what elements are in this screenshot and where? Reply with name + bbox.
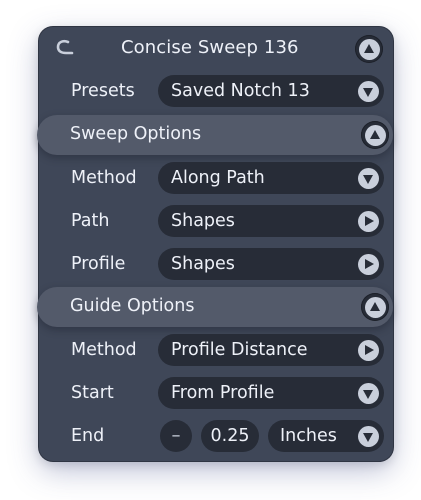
start-value: From Profile	[171, 383, 275, 403]
path-value: Shapes	[171, 211, 235, 231]
chevron-right-icon	[364, 216, 374, 226]
chevron-down-icon	[363, 432, 373, 442]
end-value-field[interactable]: 0.25	[201, 420, 259, 452]
window-title: Concise Sweep 136	[121, 37, 299, 58]
end-label: End	[71, 426, 105, 446]
presets-dropdown-button[interactable]	[354, 77, 382, 105]
guide-options-header[interactable]: Guide Options	[37, 287, 393, 327]
profile-value: Shapes	[171, 254, 235, 274]
presets-label: Presets	[71, 81, 135, 101]
sweep-method-value: Along Path	[171, 168, 265, 188]
guide-method-value: Profile Distance	[171, 340, 308, 360]
sweep-options-collapse-button[interactable]	[361, 121, 389, 149]
path-dropdown[interactable]: Shapes	[158, 205, 384, 237]
end-row: End – 0.25 Inches	[39, 415, 393, 458]
start-dropdown[interactable]: From Profile	[158, 377, 384, 409]
guide-method-label: Method	[71, 340, 137, 360]
guide-method-row: Method Profile Distance	[39, 329, 393, 372]
end-unit-dropdown-button[interactable]	[354, 422, 382, 450]
end-unit-value: Inches	[280, 426, 337, 446]
sweep-method-label: Method	[71, 168, 137, 188]
presets-row: Presets Saved Notch 13	[39, 70, 393, 113]
title-bar: Concise Sweep 136	[39, 27, 393, 70]
sweep-method-dropdown-button[interactable]	[354, 164, 382, 192]
path-row: Path Shapes	[39, 200, 393, 243]
collapse-up-icon	[364, 43, 374, 53]
start-label: Start	[71, 383, 114, 403]
collapse-up-icon	[370, 129, 380, 139]
start-dropdown-button[interactable]	[354, 379, 382, 407]
profile-submenu-button[interactable]	[354, 250, 382, 278]
guide-method-submenu-button[interactable]	[354, 336, 382, 364]
sweep-options-header[interactable]: Sweep Options	[37, 115, 393, 155]
collapse-panel-button[interactable]	[355, 35, 383, 63]
sweep-panel: Concise Sweep 136 Presets Saved Notch 13…	[37, 27, 393, 461]
chevron-right-icon	[364, 345, 374, 355]
guide-options-title: Guide Options	[70, 296, 195, 316]
profile-dropdown[interactable]: Shapes	[158, 248, 384, 280]
hook-logo-icon	[56, 39, 74, 55]
presets-value: Saved Notch 13	[171, 81, 310, 101]
path-label: Path	[71, 211, 110, 231]
start-row: Start From Profile	[39, 372, 393, 415]
chevron-right-icon	[364, 259, 374, 269]
presets-dropdown[interactable]: Saved Notch 13	[158, 75, 384, 107]
chevron-down-icon	[363, 87, 373, 97]
sweep-method-row: Method Along Path	[39, 157, 393, 200]
path-submenu-button[interactable]	[354, 207, 382, 235]
end-unit-dropdown[interactable]: Inches	[268, 420, 384, 452]
end-decrement-button[interactable]: –	[160, 420, 192, 452]
chevron-down-icon	[363, 174, 373, 184]
guide-method-dropdown[interactable]: Profile Distance	[158, 334, 384, 366]
sweep-method-dropdown[interactable]: Along Path	[158, 162, 384, 194]
guide-options-collapse-button[interactable]	[361, 293, 389, 321]
profile-row: Profile Shapes	[39, 243, 393, 286]
profile-label: Profile	[71, 254, 126, 274]
chevron-down-icon	[363, 389, 373, 399]
collapse-up-icon	[370, 301, 380, 311]
sweep-options-title: Sweep Options	[70, 124, 202, 144]
